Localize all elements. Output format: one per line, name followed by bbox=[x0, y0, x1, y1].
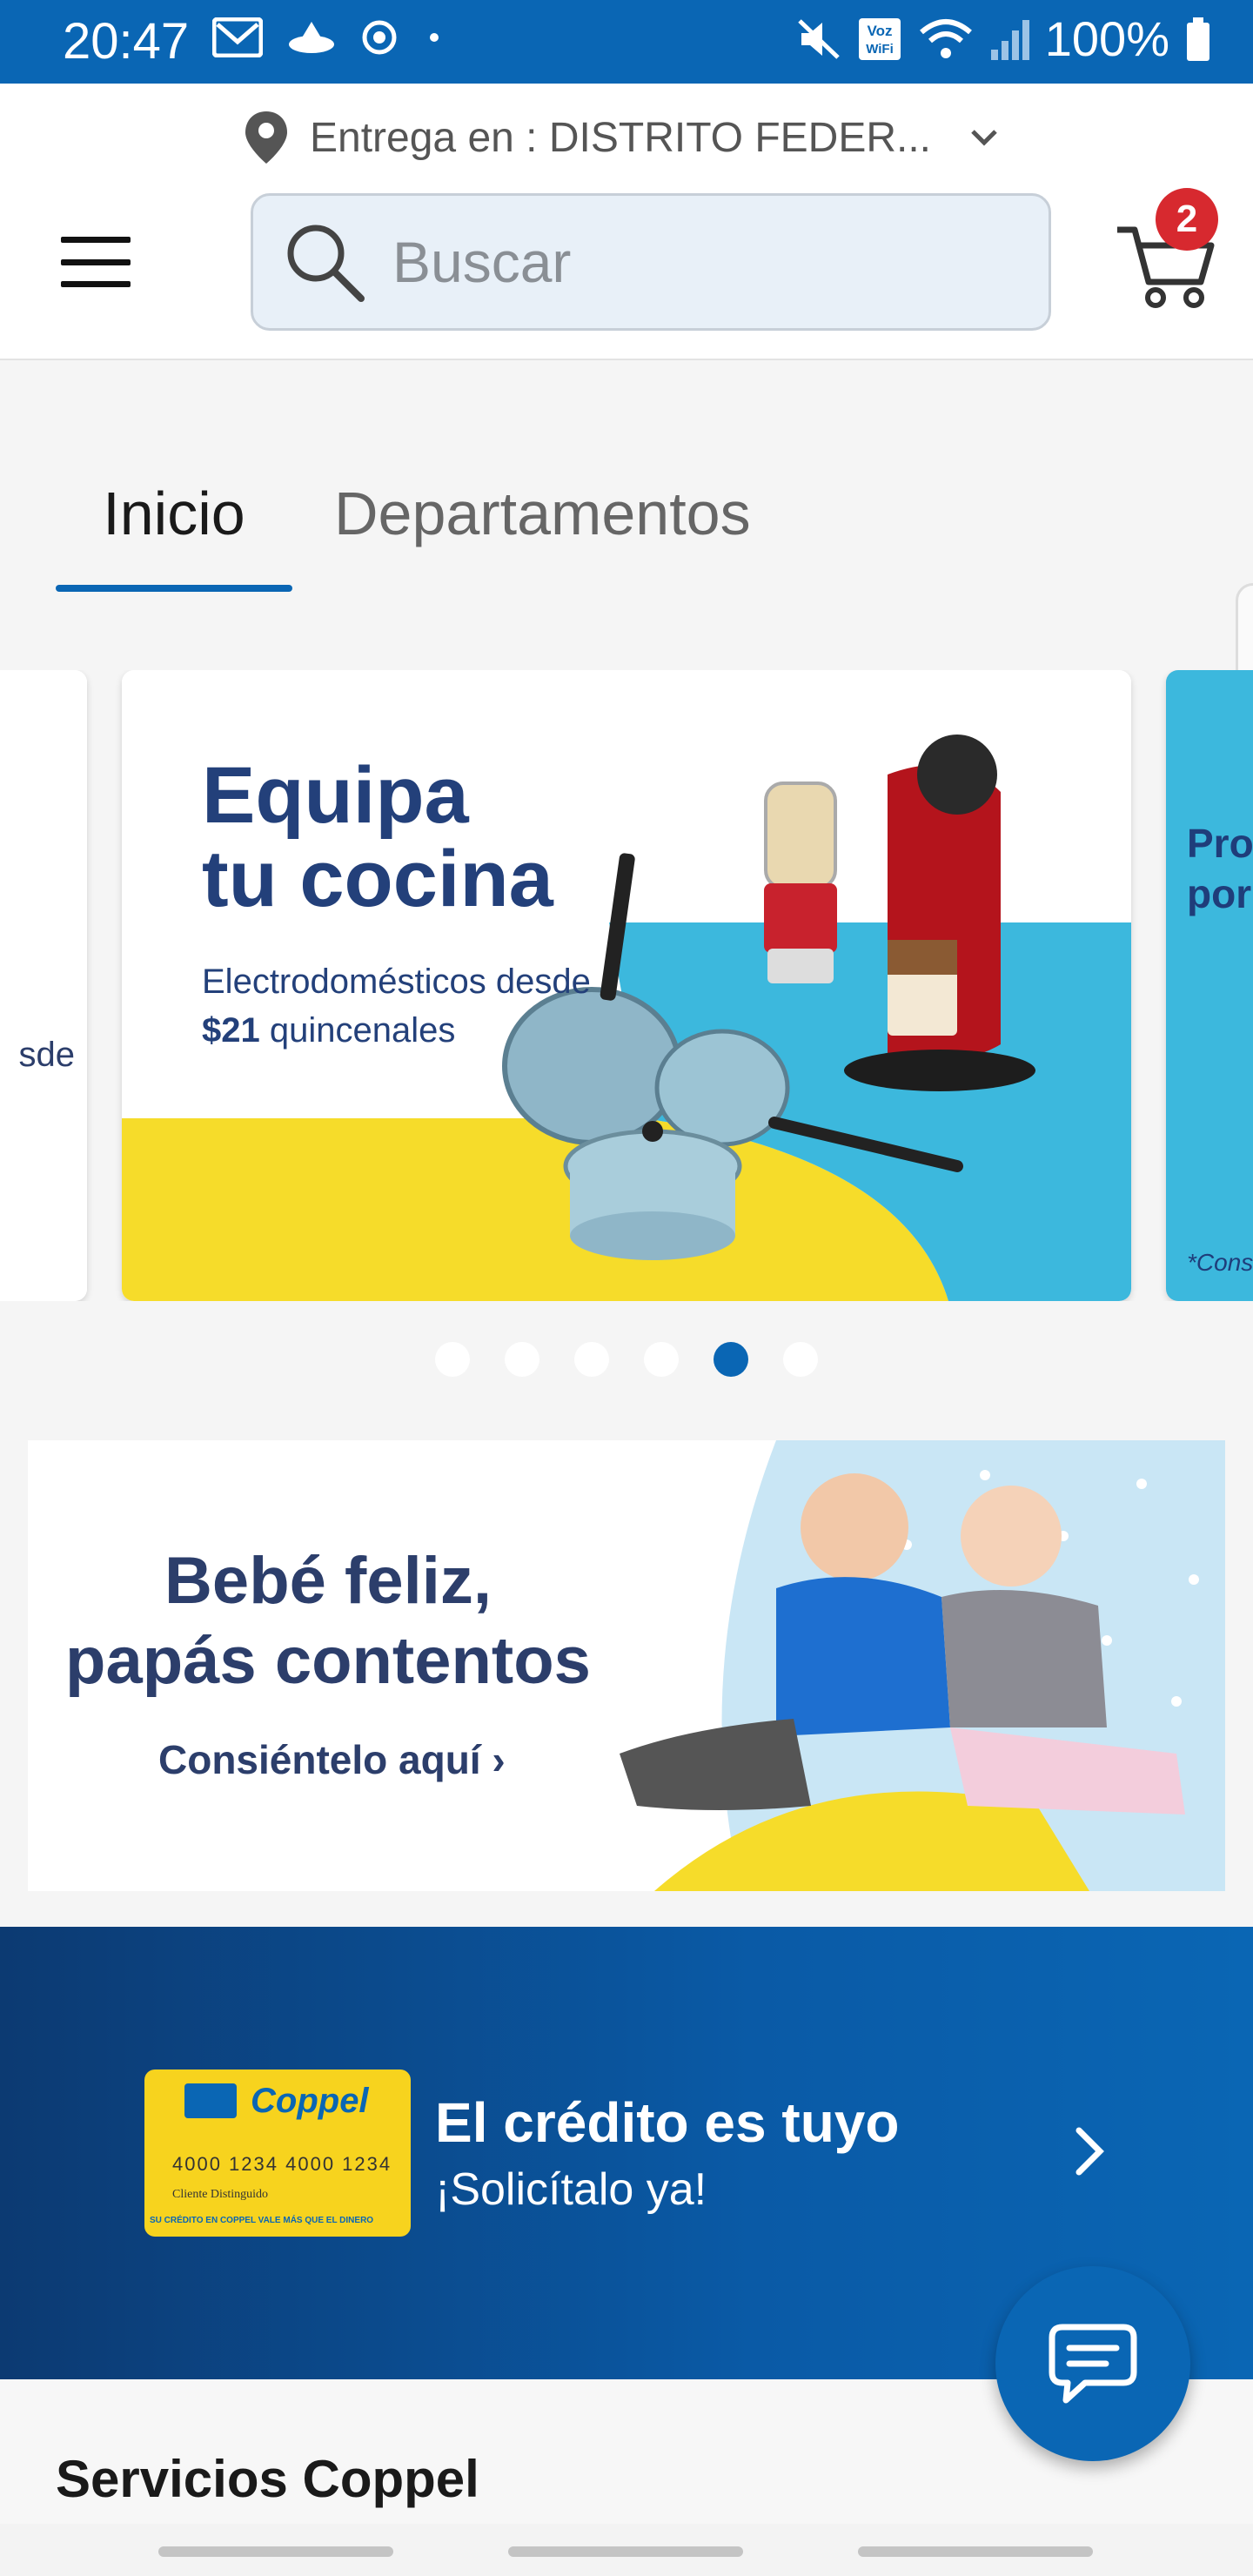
tab-label: Departamentos bbox=[334, 480, 751, 547]
blender-icon bbox=[764, 782, 837, 889]
card-brand: Coppel bbox=[251, 2082, 369, 2120]
mute-icon bbox=[798, 18, 840, 59]
price: $21 bbox=[202, 1011, 260, 1050]
prev-card-art bbox=[0, 670, 87, 1301]
carousel-pagination bbox=[435, 1342, 818, 1377]
carousel-dot[interactable] bbox=[505, 1342, 539, 1377]
gear-icon bbox=[362, 20, 397, 55]
title-line: Bebé feliz, bbox=[164, 1544, 492, 1618]
next-card-line: Pro bbox=[1187, 821, 1253, 866]
bird-icon bbox=[289, 22, 334, 53]
card-number: 4000 1234 4000 1234 bbox=[172, 2153, 392, 2175]
status-icons-left bbox=[212, 17, 447, 57]
tab-departamentos[interactable]: Departamentos bbox=[334, 470, 751, 600]
chat-button[interactable] bbox=[995, 2266, 1190, 2461]
carousel-dot[interactable] bbox=[783, 1342, 818, 1377]
bottom-indicator bbox=[858, 2546, 1093, 2557]
delivery-label: Entrega en : DISTRITO FEDER... bbox=[310, 114, 931, 161]
title-line: tu cocina bbox=[202, 835, 553, 923]
tab-label: Inicio bbox=[103, 480, 245, 547]
kitchen-banner-title: Equipa tu cocina bbox=[202, 754, 553, 921]
carousel-dot-active[interactable] bbox=[714, 1342, 748, 1377]
hamburger-line bbox=[61, 237, 131, 243]
card-holder: Cliente Distinguido bbox=[172, 2188, 269, 2201]
carousel-dot[interactable] bbox=[644, 1342, 679, 1377]
chevron-right-icon[interactable] bbox=[1072, 2125, 1107, 2177]
baby-icon bbox=[801, 1473, 908, 1581]
wifi-icon bbox=[919, 18, 972, 58]
volte-icon: Voz WiFi bbox=[858, 17, 901, 60]
subtitle-line: Electrodomésticos desde bbox=[202, 963, 591, 1001]
status-bar: 20:47 Voz WiFi 100% bbox=[0, 0, 1253, 84]
bottom-indicator bbox=[508, 2546, 743, 2557]
key-logo-icon bbox=[184, 2083, 237, 2118]
credit-card-image: Coppel 4000 1234 4000 1234 Cliente Disti… bbox=[144, 2070, 411, 2237]
svg-text:WiFi: WiFi bbox=[866, 42, 894, 57]
next-card-line: por bbox=[1187, 871, 1252, 916]
carousel-card-kitchen[interactable]: Equipa tu cocina Electrodomésticos desde… bbox=[122, 670, 1131, 1301]
subtitle-line: $21 quincenales bbox=[202, 1006, 591, 1055]
baby-banner-cta[interactable]: Consiéntelo aquí › bbox=[158, 1736, 506, 1783]
baby-promo-banner[interactable]: Bebé feliz, papás contentos Consiéntelo … bbox=[28, 1440, 1225, 1891]
gmail-icon bbox=[212, 17, 263, 57]
chevron-down-icon bbox=[971, 130, 997, 146]
svg-text:Voz: Voz bbox=[867, 23, 892, 39]
tab-bar: Inicio Departamentos bbox=[0, 470, 1253, 600]
status-time: 20:47 bbox=[63, 13, 190, 70]
location-pin-icon bbox=[245, 111, 287, 164]
delivery-location-selector[interactable]: Entrega en : DISTRITO FEDER... bbox=[244, 110, 999, 165]
hamburger-line bbox=[61, 281, 131, 287]
next-card-footnote: *Cons bbox=[1187, 1249, 1253, 1276]
card-fine-print: SU CRÉDITO EN COPPEL VALE MÁS QUE EL DIN… bbox=[150, 2216, 374, 2225]
bottom-indicator bbox=[158, 2546, 393, 2557]
kitchen-banner-subtitle: Electrodomésticos desde $21 quincenales bbox=[202, 957, 591, 1055]
carousel-card-next[interactable]: Pro por *Cons bbox=[1166, 670, 1253, 1301]
carousel-card-prev[interactable]: sde bbox=[0, 670, 87, 1301]
cart-count-badge: 2 bbox=[1156, 188, 1218, 251]
credit-banner-subtitle: ¡Solicítalo ya! bbox=[435, 2164, 707, 2215]
app-header: Entrega en : DISTRITO FEDER... 2 bbox=[0, 84, 1253, 360]
title-line: Equipa bbox=[202, 751, 469, 840]
carousel-dot[interactable] bbox=[574, 1342, 609, 1377]
menu-button[interactable] bbox=[61, 237, 131, 287]
tab-inicio[interactable]: Inicio bbox=[56, 470, 292, 600]
promo-carousel[interactable]: sde Equipa tu cocina Electrodomésticos d… bbox=[0, 670, 1253, 1301]
signal-icon bbox=[990, 19, 1029, 60]
price-suffix: quincenales bbox=[269, 1011, 456, 1050]
chat-bubble-icon bbox=[1049, 2324, 1137, 2404]
services-title: Servicios Coppel bbox=[56, 2450, 479, 2508]
prev-card-text: sde bbox=[18, 1036, 76, 1074]
search-bar[interactable] bbox=[251, 193, 1051, 331]
carousel-dot[interactable] bbox=[435, 1342, 470, 1377]
status-icons-right: Voz WiFi 100% bbox=[796, 10, 1211, 67]
active-tab-indicator bbox=[56, 585, 292, 592]
credit-banner-title: El crédito es tuyo bbox=[435, 2091, 900, 2154]
search-input[interactable] bbox=[392, 229, 1002, 295]
baby-banner-title: Bebé feliz, papás contentos bbox=[28, 1541, 628, 1701]
hamburger-line bbox=[61, 258, 131, 265]
baby-icon bbox=[961, 1486, 1062, 1587]
battery-icon bbox=[1187, 17, 1209, 61]
bottom-tab-indicators bbox=[0, 2524, 1253, 2576]
battery-percent: 100% bbox=[1044, 11, 1169, 66]
next-card-text: Pro por bbox=[1187, 818, 1253, 919]
title-line: papás contentos bbox=[65, 1624, 591, 1698]
search-icon bbox=[287, 225, 365, 302]
dot-icon bbox=[430, 33, 439, 42]
